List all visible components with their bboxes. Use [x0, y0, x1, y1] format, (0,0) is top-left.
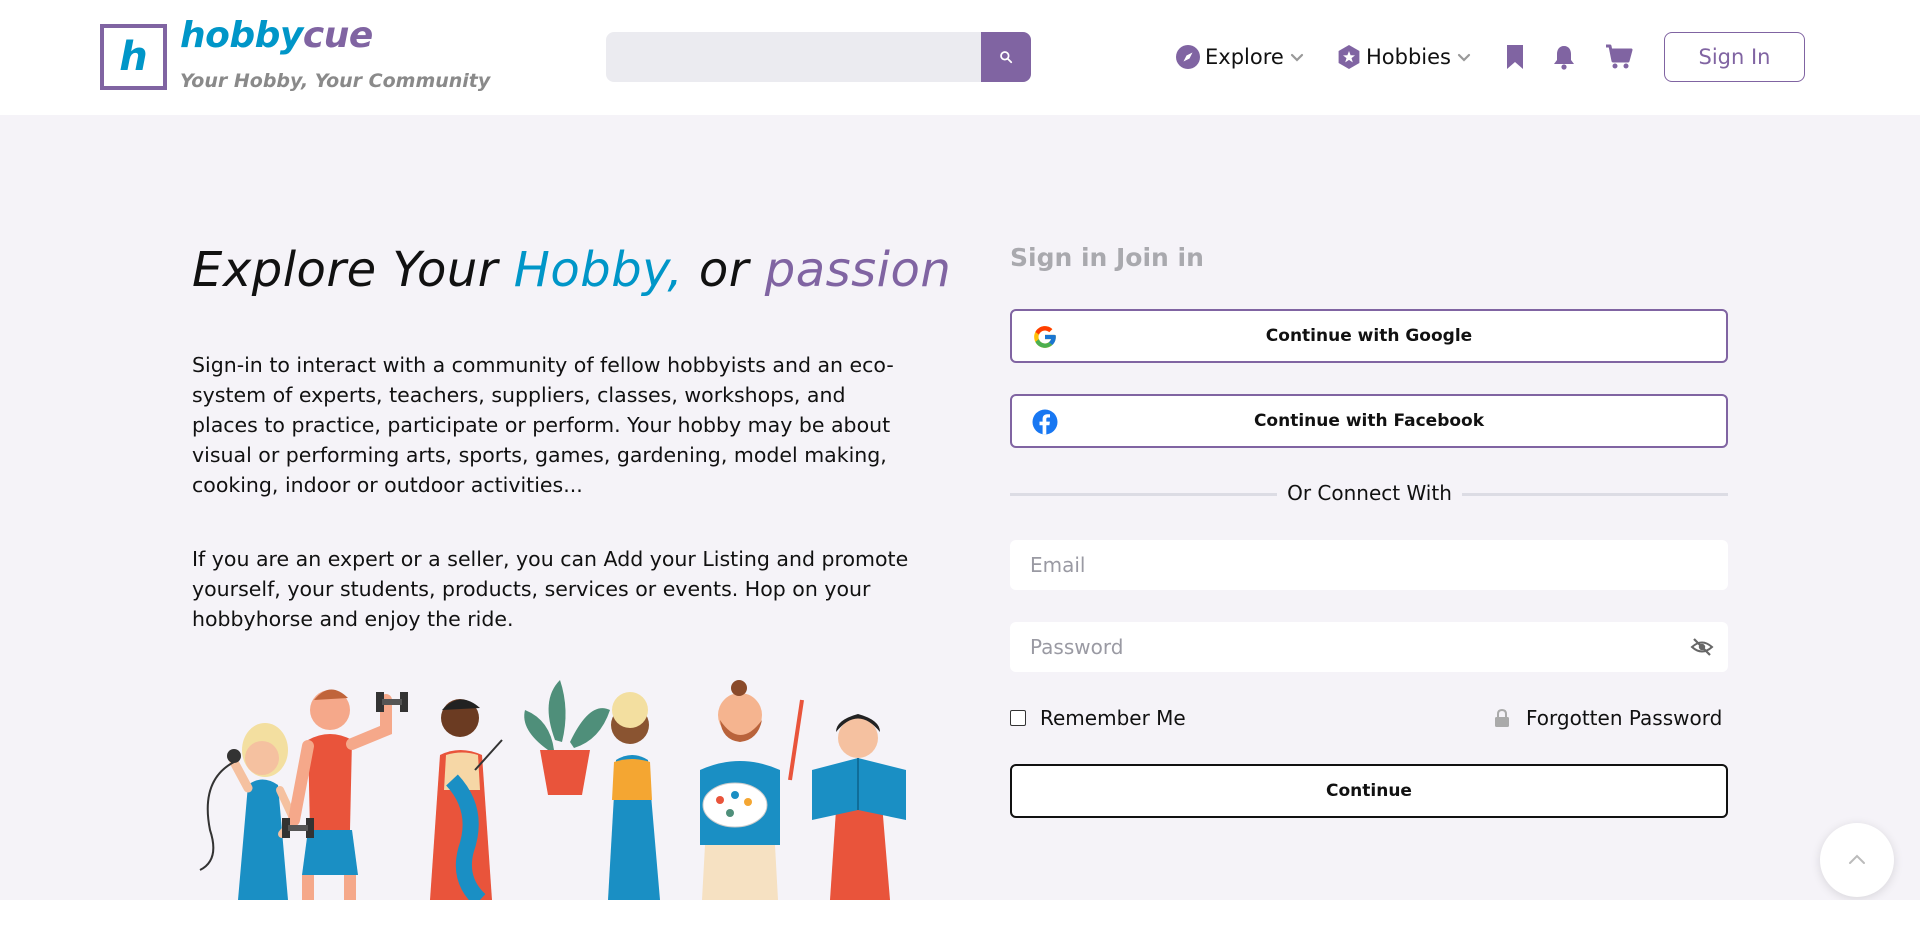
chevron-down-icon	[1457, 53, 1471, 62]
remember-me[interactable]: Remember Me	[1010, 706, 1186, 730]
hero-title: Explore Your Hobby, or passion	[192, 242, 951, 298]
remember-me-checkbox[interactable]	[1010, 710, 1026, 726]
hero-title-or: or	[683, 242, 765, 298]
brand-name[interactable]: hobbycue	[180, 18, 373, 54]
google-icon	[1034, 326, 1056, 348]
google-button-label: Continue with Google	[1265, 326, 1473, 346]
notifications-button[interactable]	[1549, 42, 1579, 72]
logo-letter: h	[119, 34, 148, 80]
hero-paragraph-1: Sign-in to interact with a community of …	[192, 353, 894, 497]
nav-explore-label: Explore	[1205, 45, 1284, 69]
site-header: h hobbycue Your Hobby, Your Community Ex…	[0, 0, 1920, 115]
password-field[interactable]	[1010, 622, 1728, 672]
compass-icon	[1176, 45, 1200, 69]
divider-line-left	[1010, 493, 1277, 496]
brand-name-part1: hobby	[180, 15, 303, 56]
hero-title-part1: Explore Your	[192, 242, 514, 298]
brand-name-part2: cue	[302, 15, 373, 56]
chevron-down-icon	[1290, 53, 1303, 62]
divider-text: Or Connect With	[1287, 481, 1452, 505]
remember-me-label: Remember Me	[1040, 706, 1186, 730]
tab-signin[interactable]: Sign in	[1010, 243, 1107, 272]
cart-button[interactable]	[1604, 42, 1634, 72]
facebook-icon	[1032, 409, 1058, 435]
continue-with-facebook-button[interactable]: Continue with Facebook	[1010, 394, 1728, 448]
eye-off-icon[interactable]	[1690, 635, 1714, 659]
cart-icon	[1606, 44, 1633, 69]
tab-join[interactable]: Join in	[1116, 243, 1204, 272]
forgotten-password-label: Forgotten Password	[1526, 706, 1723, 730]
facebook-button-label: Continue with Facebook	[1253, 411, 1485, 431]
continue-button[interactable]: Continue	[1010, 764, 1728, 818]
chevron-up-icon	[1849, 854, 1865, 864]
search-input[interactable]	[606, 32, 982, 82]
footer-strip	[0, 900, 1920, 925]
search-icon	[1000, 51, 1013, 64]
brand-tagline: Your Hobby, Your Community	[180, 70, 491, 92]
continue-with-google-button[interactable]: Continue with Google	[1010, 309, 1728, 363]
bookmark-button[interactable]	[1500, 42, 1530, 72]
logo-mark[interactable]: h	[100, 24, 167, 90]
search-button[interactable]	[981, 32, 1031, 82]
header-signin-button[interactable]: Sign In	[1664, 32, 1805, 82]
email-field[interactable]	[1010, 540, 1728, 590]
hobbies-star-icon	[1338, 45, 1360, 69]
forgotten-password-link[interactable]: Forgotten Password	[1494, 706, 1722, 730]
lock-icon	[1495, 709, 1509, 727]
nav-hobbies[interactable]: Hobbies	[1336, 42, 1473, 72]
hero-title-hobby: Hobby,	[513, 242, 684, 298]
scroll-to-top-button[interactable]	[1820, 823, 1894, 897]
bell-icon	[1554, 46, 1574, 70]
nav-explore[interactable]: Explore	[1175, 42, 1306, 72]
nav-hobbies-label: Hobbies	[1366, 45, 1451, 69]
hero-title-passion: passion	[764, 242, 952, 298]
hobbyists-illustration	[199, 680, 906, 900]
bookmark-icon	[1507, 45, 1523, 69]
divider-line-right	[1462, 493, 1728, 496]
hero-paragraph-2: If you are an expert or a seller, you ca…	[192, 547, 909, 631]
